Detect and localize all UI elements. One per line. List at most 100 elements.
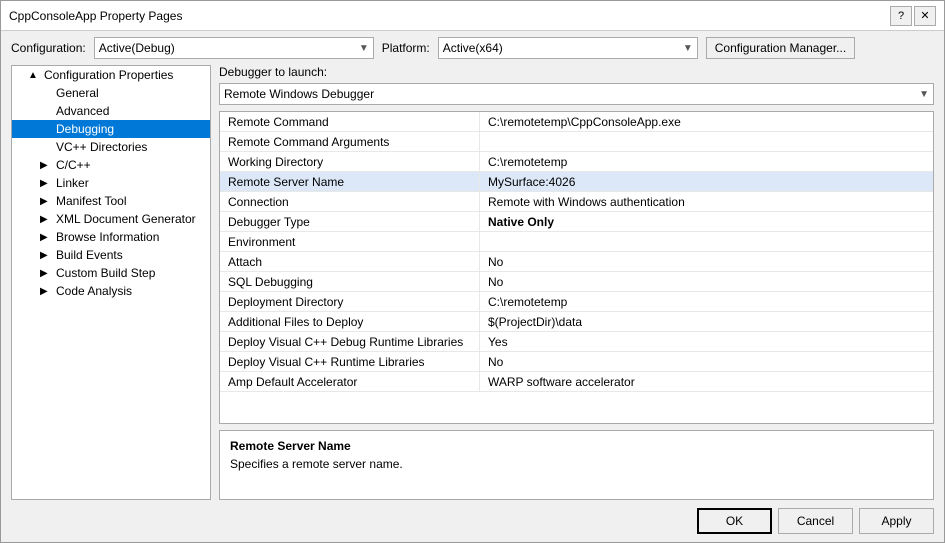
sidebar-label-xml-gen: XML Document Generator xyxy=(56,212,196,226)
debugger-launch-select[interactable]: Remote Windows Debugger ▼ xyxy=(219,83,934,105)
sidebar-label-vc-dirs: VC++ Directories xyxy=(56,140,147,154)
cancel-button[interactable]: Cancel xyxy=(778,508,853,534)
prop-row-additional-files: Additional Files to Deploy $(ProjectDir)… xyxy=(220,312,933,332)
ok-button[interactable]: OK xyxy=(697,508,772,534)
expand-icon-linker: ▶ xyxy=(40,178,52,189)
prop-value-working-dir: C:\remotetemp xyxy=(480,152,933,171)
sidebar-item-xml-gen[interactable]: ▶ XML Document Generator xyxy=(12,210,210,228)
prop-value-sql-debugging: No xyxy=(480,272,933,291)
title-bar: CppConsoleApp Property Pages ? ✕ xyxy=(1,1,944,31)
property-pages-dialog: CppConsoleApp Property Pages ? ✕ Configu… xyxy=(0,0,945,543)
prop-name-remote-command: Remote Command xyxy=(220,112,480,131)
sidebar-item-custom-build[interactable]: ▶ Custom Build Step xyxy=(12,264,210,282)
main-content: ▲ Configuration Properties General Advan… xyxy=(1,65,944,500)
prop-value-server-name: MySurface:4026 xyxy=(480,172,933,191)
prop-name-environment: Environment xyxy=(220,232,480,251)
prop-row-amp-accelerator: Amp Default Accelerator WARP software ac… xyxy=(220,372,933,392)
prop-row-deploy-dir: Deployment Directory C:\remotetemp xyxy=(220,292,933,312)
apply-button[interactable]: Apply xyxy=(859,508,934,534)
prop-name-connection: Connection xyxy=(220,192,480,211)
debugger-launch-label: Debugger to launch: xyxy=(219,65,327,79)
close-button[interactable]: ✕ xyxy=(914,6,936,26)
sidebar-item-debugging[interactable]: Debugging xyxy=(12,120,210,138)
expand-icon-custom-build: ▶ xyxy=(40,268,52,279)
configuration-dropdown-arrow: ▼ xyxy=(359,43,369,54)
prop-row-working-dir: Working Directory C:\remotetemp xyxy=(220,152,933,172)
prop-row-sql-debugging: SQL Debugging No xyxy=(220,272,933,292)
debugger-launch-value: Remote Windows Debugger xyxy=(224,87,374,101)
config-manager-button[interactable]: Configuration Manager... xyxy=(706,37,855,59)
platform-label: Platform: xyxy=(382,41,430,55)
prop-value-remote-args xyxy=(480,132,933,151)
expand-icon-manifest: ▶ xyxy=(40,196,52,207)
sidebar-label-code-analysis: Code Analysis xyxy=(56,284,132,298)
sidebar-label-custom-build: Custom Build Step xyxy=(56,266,155,280)
prop-row-environment: Environment xyxy=(220,232,933,252)
debugger-launch-arrow: ▼ xyxy=(919,89,929,100)
prop-name-debug-runtime: Deploy Visual C++ Debug Runtime Librarie… xyxy=(220,332,480,351)
prop-value-amp-accelerator: WARP software accelerator xyxy=(480,372,933,391)
prop-name-remote-args: Remote Command Arguments xyxy=(220,132,480,151)
prop-value-connection: Remote with Windows authentication xyxy=(480,192,933,211)
prop-value-runtime: No xyxy=(480,352,933,371)
platform-select[interactable]: Active(x64) ▼ xyxy=(438,37,698,59)
prop-name-working-dir: Working Directory xyxy=(220,152,480,171)
configuration-select[interactable]: Active(Debug) ▼ xyxy=(94,37,374,59)
sidebar-label-config-props: Configuration Properties xyxy=(44,68,173,82)
configuration-label: Configuration: xyxy=(11,41,86,55)
prop-name-debugger-type: Debugger Type xyxy=(220,212,480,231)
prop-value-additional-files: $(ProjectDir)\data xyxy=(480,312,933,331)
expand-icon-code-analysis: ▶ xyxy=(40,286,52,297)
sidebar-label-manifest: Manifest Tool xyxy=(56,194,126,208)
expand-icon-build-events: ▶ xyxy=(40,250,52,261)
prop-value-attach: No xyxy=(480,252,933,271)
prop-name-additional-files: Additional Files to Deploy xyxy=(220,312,480,331)
platform-dropdown-arrow: ▼ xyxy=(683,43,693,54)
title-bar-controls: ? ✕ xyxy=(890,6,936,26)
sidebar-label-general: General xyxy=(56,86,99,100)
sidebar-label-linker: Linker xyxy=(56,176,89,190)
prop-name-server-name: Remote Server Name xyxy=(220,172,480,191)
sidebar-item-general[interactable]: General xyxy=(12,84,210,102)
sidebar-label-cpp: C/C++ xyxy=(56,158,91,172)
sidebar-item-build-events[interactable]: ▶ Build Events xyxy=(12,246,210,264)
prop-row-server-name: Remote Server Name MySurface:4026 xyxy=(220,172,933,192)
prop-row-runtime: Deploy Visual C++ Runtime Libraries No xyxy=(220,352,933,372)
sidebar-item-browse-info[interactable]: ▶ Browse Information xyxy=(12,228,210,246)
sidebar-label-advanced: Advanced xyxy=(56,104,109,118)
footer-buttons: OK Cancel Apply xyxy=(1,500,944,542)
dialog-title: CppConsoleApp Property Pages xyxy=(9,9,182,23)
sidebar-item-code-analysis[interactable]: ▶ Code Analysis xyxy=(12,282,210,300)
prop-value-deploy-dir: C:\remotetemp xyxy=(480,292,933,311)
sidebar-item-config-props[interactable]: ▲ Configuration Properties xyxy=(12,66,210,84)
sidebar-item-manifest[interactable]: ▶ Manifest Tool xyxy=(12,192,210,210)
info-panel-text: Specifies a remote server name. xyxy=(230,457,923,471)
right-panel: Debugger to launch: Remote Windows Debug… xyxy=(219,65,934,500)
sidebar-label-build-events: Build Events xyxy=(56,248,123,262)
prop-name-amp-accelerator: Amp Default Accelerator xyxy=(220,372,480,391)
expand-icon-config-props: ▲ xyxy=(28,70,40,81)
sidebar-item-cpp[interactable]: ▶ C/C++ xyxy=(12,156,210,174)
prop-row-debug-runtime: Deploy Visual C++ Debug Runtime Librarie… xyxy=(220,332,933,352)
prop-name-sql-debugging: SQL Debugging xyxy=(220,272,480,291)
debugger-launch-row: Debugger to launch: xyxy=(219,65,934,79)
sidebar-item-linker[interactable]: ▶ Linker xyxy=(12,174,210,192)
prop-value-remote-command: C:\remotetemp\CppConsoleApp.exe xyxy=(480,112,933,131)
configuration-value: Active(Debug) xyxy=(99,41,175,55)
expand-icon-browse-info: ▶ xyxy=(40,232,52,243)
sidebar-item-advanced[interactable]: Advanced xyxy=(12,102,210,120)
sidebar-item-vc-dirs[interactable]: VC++ Directories xyxy=(12,138,210,156)
sidebar-label-browse-info: Browse Information xyxy=(56,230,159,244)
prop-row-remote-args: Remote Command Arguments xyxy=(220,132,933,152)
prop-row-attach: Attach No xyxy=(220,252,933,272)
prop-name-runtime: Deploy Visual C++ Runtime Libraries xyxy=(220,352,480,371)
prop-name-attach: Attach xyxy=(220,252,480,271)
platform-value: Active(x64) xyxy=(443,41,503,55)
help-button[interactable]: ? xyxy=(890,6,912,26)
info-panel-title: Remote Server Name xyxy=(230,439,923,453)
prop-row-remote-command: Remote Command C:\remotetemp\CppConsoleA… xyxy=(220,112,933,132)
prop-name-deploy-dir: Deployment Directory xyxy=(220,292,480,311)
sidebar: ▲ Configuration Properties General Advan… xyxy=(11,65,211,500)
properties-table: Remote Command C:\remotetemp\CppConsoleA… xyxy=(219,111,934,424)
prop-value-debugger-type: Native Only xyxy=(480,212,933,231)
